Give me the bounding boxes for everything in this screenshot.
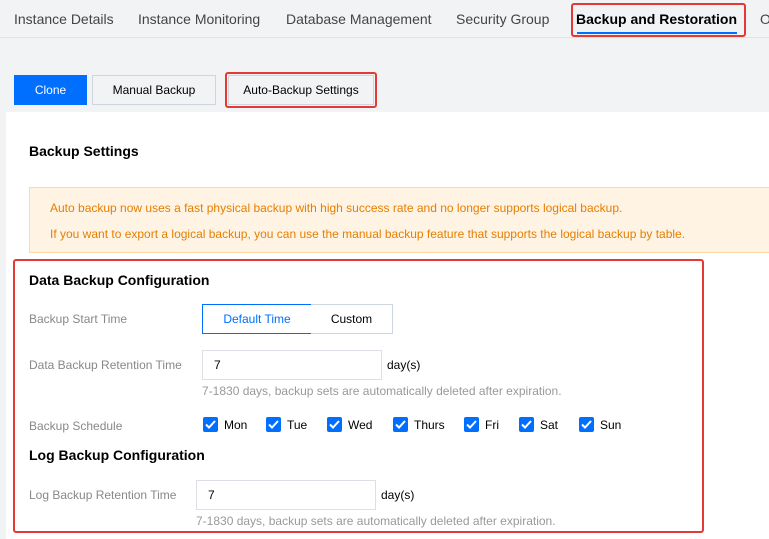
tab-bar: Instance Details Instance Monitoring Dat… (0, 0, 769, 38)
tab-database-management[interactable]: Database Management (286, 11, 432, 27)
notice-banner: Auto backup now uses a fast physical bac… (29, 187, 769, 253)
log-backup-section-title: Log Backup Configuration (29, 447, 205, 463)
default-time-option[interactable]: Default Time (202, 304, 312, 334)
backup-settings-dialog: Backup Settings Auto backup now uses a f… (6, 112, 769, 539)
day-label: Fri (485, 417, 499, 432)
data-backup-section-title: Data Backup Configuration (29, 272, 210, 288)
day-label: Thurs (414, 417, 445, 432)
custom-time-option[interactable]: Custom (311, 304, 393, 334)
log-retention-label: Log Backup Retention Time (29, 488, 177, 502)
dialog-title: Backup Settings (29, 143, 139, 159)
backup-schedule-label: Backup Schedule (29, 419, 123, 433)
check-icon (393, 417, 408, 432)
day-checkbox-wed[interactable]: Wed (327, 417, 372, 432)
check-icon (327, 417, 342, 432)
check-icon (266, 417, 281, 432)
log-retention-input[interactable] (196, 480, 376, 510)
check-icon (464, 417, 479, 432)
data-retention-hint: 7-1830 days, backup sets are automatical… (202, 384, 562, 398)
data-retention-input[interactable] (202, 350, 382, 380)
day-checkbox-sun[interactable]: Sun (579, 417, 621, 432)
backup-start-time-label: Backup Start Time (29, 312, 128, 326)
day-label: Mon (224, 417, 248, 432)
tab-security-group[interactable]: Security Group (456, 11, 549, 27)
log-retention-unit: day(s) (381, 488, 415, 502)
day-checkbox-fri[interactable]: Fri (464, 417, 499, 432)
check-icon (579, 417, 594, 432)
tab-overflow[interactable]: O (760, 11, 769, 27)
data-retention-label: Data Backup Retention Time (29, 358, 182, 372)
notice-line-1: Auto backup now uses a fast physical bac… (50, 201, 623, 215)
day-label: Sat (540, 417, 559, 432)
check-icon (203, 417, 218, 432)
day-checkbox-mon[interactable]: Mon (203, 417, 247, 432)
log-retention-hint: 7-1830 days, backup sets are automatical… (196, 514, 556, 528)
notice-line-2: If you want to export a logical backup, … (50, 227, 686, 241)
data-retention-unit: day(s) (387, 358, 421, 372)
tab-instance-monitoring[interactable]: Instance Monitoring (138, 11, 260, 27)
clone-button[interactable]: Clone (14, 75, 87, 105)
day-checkbox-thurs[interactable]: Thurs (393, 417, 445, 432)
check-icon (519, 417, 534, 432)
tab-backup-and-restoration[interactable]: Backup and Restoration (576, 11, 737, 27)
day-checkbox-tue[interactable]: Tue (266, 417, 307, 432)
tab-instance-details[interactable]: Instance Details (14, 11, 114, 27)
day-label: Tue (287, 417, 308, 432)
manual-backup-button[interactable]: Manual Backup (92, 75, 216, 105)
day-label: Wed (348, 417, 373, 432)
auto-backup-settings-button[interactable]: Auto-Backup Settings (228, 75, 374, 105)
day-checkbox-sat[interactable]: Sat (519, 417, 558, 432)
day-label: Sun (600, 417, 622, 432)
active-tab-indicator (577, 32, 737, 34)
